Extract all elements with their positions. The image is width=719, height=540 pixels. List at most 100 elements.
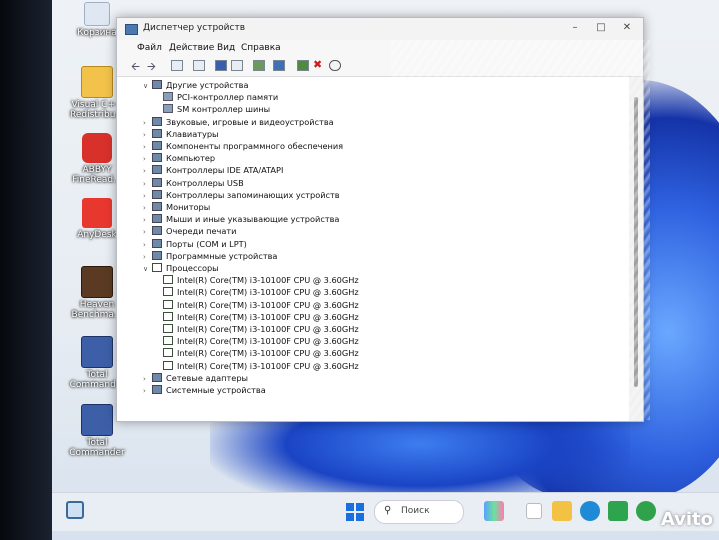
chevron-right-icon[interactable]: ›	[143, 190, 152, 202]
tree-category[interactable]: › Очереди печати	[143, 225, 236, 237]
tree-label: Процессоры	[166, 263, 219, 273]
tree-category[interactable]: › Системные устройства	[143, 384, 266, 396]
menu-file[interactable]: Файл	[137, 43, 162, 53]
tree-label: Программные устройства	[166, 250, 278, 261]
menu-action[interactable]: Действие	[169, 43, 214, 53]
chevron-down-icon[interactable]: ∨	[143, 80, 152, 92]
scrollbar[interactable]	[629, 77, 643, 421]
tree-category[interactable]: › Мониторы	[143, 201, 210, 213]
edge-icon[interactable]	[580, 501, 600, 521]
copilot-icon[interactable]	[484, 501, 504, 521]
tree-device[interactable]: Intel(R) Core(TM) i3-10100F CPU @ 3.60GH…	[163, 347, 359, 359]
tree-category[interactable]: ∨ Процессоры	[143, 262, 219, 274]
forward-icon[interactable]: 🡪	[147, 58, 159, 73]
window-title: Диспетчер устройств	[143, 23, 246, 33]
chevron-right-icon[interactable]: ›	[143, 226, 152, 238]
tree-label: Intel(R) Core(TM) i3-10100F CPU @ 3.60GH…	[177, 275, 359, 286]
title-bar[interactable]: Диспетчер устройств – □ ✕	[117, 18, 643, 40]
close-icon[interactable]: ✕	[619, 21, 635, 35]
monitor-icon[interactable]	[273, 60, 285, 71]
minimize-icon[interactable]: –	[567, 21, 583, 35]
tree-label: Intel(R) Core(TM) i3-10100F CPU @ 3.60GH…	[177, 287, 359, 298]
search-box[interactable]: ⚲ Поиск	[374, 500, 464, 524]
tree-device[interactable]: SM контроллер шины	[163, 103, 270, 115]
tree-device[interactable]: PCI-контроллер памяти	[163, 91, 278, 103]
start-icon[interactable]	[346, 503, 364, 521]
properties-icon[interactable]	[171, 60, 183, 71]
taskbar: ⚲ Поиск	[52, 492, 719, 531]
tree-label: Компоненты программного обеспечения	[166, 141, 344, 151]
tree-category[interactable]: › Клавиатуры	[143, 128, 219, 140]
chevron-right-icon[interactable]: ›	[143, 385, 152, 397]
tree-device[interactable]: Intel(R) Core(TM) i3-10100F CPU @ 3.60GH…	[163, 274, 359, 286]
device-icon	[152, 153, 162, 163]
chevron-right-icon[interactable]: ›	[143, 129, 152, 141]
uninstall-icon[interactable]: ✖	[313, 58, 325, 71]
tree-device[interactable]: Intel(R) Core(TM) i3-10100F CPU @ 3.60GH…	[163, 299, 359, 311]
processor-icon	[163, 336, 173, 346]
chevron-right-icon[interactable]: ›	[143, 178, 152, 190]
tree-category[interactable]: › Контроллеры IDE ATA/ATAPI	[143, 164, 283, 176]
floppy-icon	[81, 336, 113, 368]
chevron-right-icon[interactable]: ›	[143, 251, 152, 263]
chevron-right-icon[interactable]: ›	[143, 214, 152, 226]
device-icon	[152, 165, 162, 175]
tree-category[interactable]: › Программные устройства	[143, 250, 277, 262]
tree-category[interactable]: › Компьютер	[143, 152, 215, 164]
maximize-icon[interactable]: □	[593, 21, 609, 35]
chevron-right-icon[interactable]: ›	[143, 239, 152, 251]
view-icon[interactable]	[193, 60, 205, 71]
search-icon: ⚲	[384, 505, 392, 516]
device-icon	[152, 116, 162, 126]
monitor-bezel	[0, 0, 52, 540]
help-icon[interactable]	[215, 60, 227, 71]
tree-device[interactable]: Intel(R) Core(TM) i3-10100F CPU @ 3.60GH…	[163, 360, 359, 372]
device-icon	[152, 128, 162, 138]
folder-icon	[81, 66, 113, 98]
widgets-icon[interactable]	[66, 501, 84, 519]
store-icon[interactable]	[608, 501, 628, 521]
tree-device[interactable]: Intel(R) Core(TM) i3-10100F CPU @ 3.60GH…	[163, 323, 359, 335]
device-icon	[152, 177, 162, 187]
chevron-right-icon[interactable]: ›	[143, 141, 152, 153]
tree-label: Клавиатуры	[166, 128, 219, 139]
tree-label: Системные устройства	[166, 385, 266, 395]
tree-category[interactable]: › Компоненты программного обеспечения	[143, 140, 343, 152]
tree-category[interactable]: › Контроллеры USB	[143, 177, 244, 189]
tree-category[interactable]: › Порты (COM и LPT)	[143, 238, 247, 250]
scrollbar-thumb[interactable]	[634, 97, 638, 387]
task-view-icon[interactable]	[526, 503, 542, 519]
tree-device[interactable]: Intel(R) Core(TM) i3-10100F CPU @ 3.60GH…	[163, 335, 359, 347]
chevron-right-icon[interactable]: ›	[143, 165, 152, 177]
tree-category[interactable]: › Звуковые, игровые и видеоустройства	[143, 116, 334, 128]
details-icon[interactable]	[231, 60, 243, 71]
tree-device[interactable]: Intel(R) Core(TM) i3-10100F CPU @ 3.60GH…	[163, 286, 359, 298]
menu-help[interactable]: Справка	[241, 43, 281, 53]
menu-view[interactable]: Вид	[217, 43, 235, 53]
disable-device-icon[interactable]	[329, 60, 341, 71]
chevron-right-icon[interactable]: ›	[143, 202, 152, 214]
back-icon[interactable]: 🡨	[131, 58, 143, 73]
toolbar: 🡨 🡪 ✖	[117, 56, 643, 77]
desktop-icon-label: Heaven Benchma...	[71, 300, 123, 320]
processor-icon	[163, 287, 173, 297]
search-label: Поиск	[401, 506, 430, 516]
tree-category[interactable]: › Мыши и иные указывающие устройства	[143, 213, 339, 225]
tree-category[interactable]: › Сетевые адаптеры	[143, 372, 248, 384]
update-driver-icon[interactable]	[297, 60, 309, 71]
file-explorer-icon[interactable]	[552, 501, 572, 521]
processor-icon	[163, 275, 173, 285]
chevron-right-icon[interactable]: ›	[143, 373, 152, 385]
chevron-right-icon[interactable]: ›	[143, 153, 152, 165]
chevron-down-icon[interactable]: ∨	[143, 263, 152, 275]
chevron-right-icon[interactable]: ›	[143, 117, 152, 129]
tree-label: Другие устройства	[166, 80, 249, 90]
device-manager-icon	[125, 24, 138, 35]
tree-category[interactable]: ∨ Другие устройства	[143, 79, 248, 91]
processor-icon	[163, 299, 173, 309]
tree-category[interactable]: › Контроллеры запоминающих устройств	[143, 189, 340, 201]
tree-label: Intel(R) Core(TM) i3-10100F CPU @ 3.60GH…	[177, 324, 359, 334]
tree-device[interactable]: Intel(R) Core(TM) i3-10100F CPU @ 3.60GH…	[163, 311, 359, 323]
app-icon[interactable]	[636, 501, 656, 521]
scan-hardware-icon[interactable]	[253, 60, 265, 71]
